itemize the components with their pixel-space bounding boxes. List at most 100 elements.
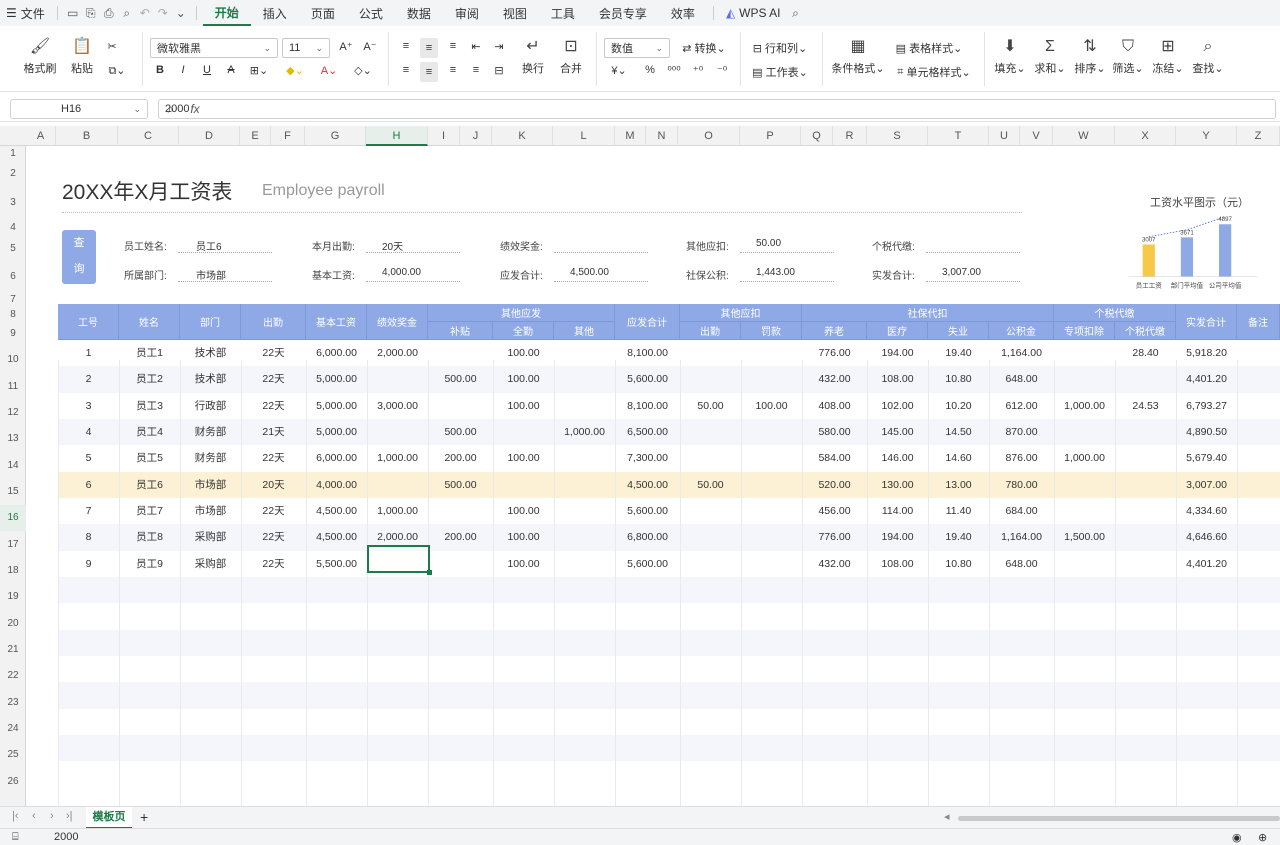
copy-icon[interactable]: ⧉⌄	[104, 64, 130, 78]
table-cell[interactable]: 432.00	[802, 551, 867, 577]
column-header-T[interactable]: T	[928, 126, 989, 146]
table-cell[interactable]: 4,334.60	[1176, 498, 1237, 524]
conditional-format-button[interactable]: ▦ 条件格式⌄	[830, 36, 886, 76]
print-icon[interactable]: ⎙	[100, 0, 118, 26]
row-header-5[interactable]: 5	[0, 236, 26, 262]
table-cell[interactable]	[1054, 419, 1115, 445]
print-preview-icon[interactable]: ⌕	[118, 0, 136, 26]
table-cell[interactable]: 行政部	[180, 393, 241, 419]
table-cell[interactable]: 648.00	[989, 366, 1054, 392]
table-cell[interactable]: 22天	[241, 498, 306, 524]
next-sheet-icon[interactable]: ›	[50, 810, 54, 822]
horizontal-scrollbar[interactable]	[958, 816, 1280, 821]
tab-tools[interactable]: 工具	[539, 0, 587, 26]
table-cell[interactable]: 4	[58, 419, 119, 445]
table-cell[interactable]	[741, 366, 802, 392]
column-header-V[interactable]: V	[1020, 126, 1053, 146]
align-center-icon[interactable]: ≡	[420, 62, 438, 82]
table-cell[interactable]	[554, 340, 615, 366]
row-header-18[interactable]: 18	[0, 558, 26, 584]
table-cell[interactable]	[680, 551, 741, 577]
table-cell[interactable]: 194.00	[867, 340, 928, 366]
tab-view[interactable]: 视图	[491, 0, 539, 26]
table-cell[interactable]: 1,164.00	[989, 524, 1054, 550]
row-header-19[interactable]: 19	[0, 584, 26, 610]
wps-ai-button[interactable]: ◭ WPS AI	[720, 0, 787, 26]
table-cell[interactable]: 200.00	[428, 445, 493, 471]
table-cell[interactable]: 102.00	[867, 393, 928, 419]
column-header-E[interactable]: E	[240, 126, 271, 146]
table-cell[interactable]: 19.40	[928, 524, 989, 550]
table-cell[interactable]	[680, 445, 741, 471]
fill-color-icon[interactable]: ◆⌄	[282, 64, 308, 77]
table-cell[interactable]: 3	[58, 393, 119, 419]
last-sheet-icon[interactable]: ›|	[66, 810, 73, 822]
prev-sheet-icon[interactable]: ‹	[32, 810, 36, 822]
table-cell[interactable]: 100.00	[741, 393, 802, 419]
table-cell[interactable]: 5,500.00	[306, 551, 367, 577]
table-cell[interactable]: 100.00	[493, 551, 554, 577]
table-cell[interactable]: 500.00	[428, 472, 493, 498]
font-color-icon[interactable]: A⌄	[316, 64, 342, 77]
table-cell[interactable]: 采购部	[180, 524, 241, 550]
column-header-U[interactable]: U	[989, 126, 1020, 146]
increase-decimal-icon[interactable]: ⁺⁰	[690, 64, 706, 77]
freeze-button[interactable]: ⊞ 冻结⌄	[1150, 36, 1186, 76]
worksheet-button[interactable]: ▤ 工作表 ⌄	[748, 64, 812, 80]
table-cell[interactable]	[554, 366, 615, 392]
align-middle-icon[interactable]: ≡	[420, 38, 438, 58]
tab-formula[interactable]: 公式	[347, 0, 395, 26]
row-header-20[interactable]: 20	[0, 610, 26, 637]
add-sheet-button[interactable]: +	[140, 809, 148, 825]
spreadsheet-grid[interactable]: ABCDEFGHIJKLMNOPQRSTUVWXYZ 1 2 3 4 5 6 7 8 9 10 11…	[0, 126, 1280, 806]
column-header-S[interactable]: S	[867, 126, 928, 146]
sort-button[interactable]: ⇅ 排序⌄	[1072, 36, 1108, 76]
name-box[interactable]: H16 ⌄	[10, 99, 148, 119]
table-cell[interactable]: 10.20	[928, 393, 989, 419]
table-cell[interactable]: 408.00	[802, 393, 867, 419]
align-top-icon[interactable]: ≡	[398, 40, 414, 52]
table-cell[interactable]: 108.00	[867, 551, 928, 577]
table-cell[interactable]: 648.00	[989, 551, 1054, 577]
table-cell[interactable]: 22天	[241, 393, 306, 419]
column-header-A[interactable]: A	[26, 126, 56, 146]
selected-cell-h16[interactable]	[367, 545, 432, 575]
table-cell[interactable]: 50.00	[680, 472, 741, 498]
column-header-C[interactable]: C	[118, 126, 179, 146]
table-cell[interactable]: 6,000.00	[306, 445, 367, 471]
table-cell[interactable]: 22天	[241, 445, 306, 471]
table-cell[interactable]: 21天	[241, 419, 306, 445]
row-header-11[interactable]: 11	[0, 373, 26, 400]
table-cell[interactable]: 520.00	[802, 472, 867, 498]
table-cell[interactable]: 114.00	[867, 498, 928, 524]
table-cell[interactable]: 员工3	[119, 393, 180, 419]
table-cell[interactable]: 员工7	[119, 498, 180, 524]
eye-icon[interactable]: ◉	[1232, 831, 1242, 844]
table-cell[interactable]: 10.80	[928, 551, 989, 577]
font-name-select[interactable]: 微软雅黑 ⌄	[150, 38, 278, 58]
table-cell[interactable]: 1,000.00	[367, 498, 428, 524]
number-format-select[interactable]: 数值 ⌄	[604, 38, 670, 58]
column-header-R[interactable]: R	[833, 126, 867, 146]
table-cell[interactable]	[1115, 472, 1176, 498]
table-cell[interactable]: 1,164.00	[989, 340, 1054, 366]
table-cell[interactable]: 市场部	[180, 472, 241, 498]
table-cell[interactable]: 1,000.00	[367, 445, 428, 471]
column-header-I[interactable]: I	[428, 126, 460, 146]
table-cell[interactable]: 5	[58, 445, 119, 471]
table-cell[interactable]: 4,500.00	[306, 498, 367, 524]
row-header-12[interactable]: 12	[0, 400, 26, 426]
table-cell[interactable]: 员工1	[119, 340, 180, 366]
indent-increase-icon[interactable]: ⇥	[491, 40, 507, 53]
table-cell[interactable]	[741, 551, 802, 577]
column-header-Q[interactable]: Q	[801, 126, 833, 146]
table-cell[interactable]: 4,401.20	[1176, 551, 1237, 577]
table-cell[interactable]: 776.00	[802, 340, 867, 366]
column-header-D[interactable]: D	[179, 126, 240, 146]
table-cell[interactable]	[680, 366, 741, 392]
indent-decrease-icon[interactable]: ⇤	[468, 40, 484, 53]
align-left-icon[interactable]: ≡	[398, 64, 414, 76]
column-header-P[interactable]: P	[740, 126, 801, 146]
first-sheet-icon[interactable]: |‹	[12, 810, 19, 822]
wrap-text-button[interactable]: ↵ 换行	[518, 36, 548, 76]
